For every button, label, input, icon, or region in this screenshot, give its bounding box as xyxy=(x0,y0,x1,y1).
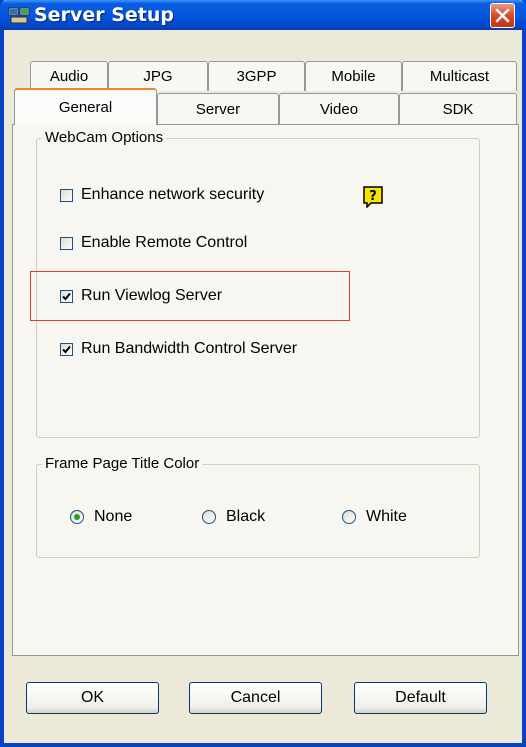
radio-selected-dot xyxy=(74,514,80,520)
tab-multicast[interactable]: Multicast xyxy=(402,61,517,91)
server-setup-dialog: Server Setup Audio JPG 3GPP Mobile Multi… xyxy=(0,0,526,747)
tab-audio[interactable]: Audio xyxy=(30,61,108,91)
tab-jpg[interactable]: JPG xyxy=(108,61,208,91)
black-radio[interactable] xyxy=(202,510,216,524)
enhance-network-security-option[interactable]: Enhance network security xyxy=(60,186,264,204)
none-label: None xyxy=(94,508,133,525)
app-icon xyxy=(8,7,30,24)
none-radio[interactable] xyxy=(70,510,84,524)
ok-button[interactable]: OK xyxy=(26,682,159,714)
enhance-network-security-label: Enhance network security xyxy=(81,186,265,203)
tab-3gpp[interactable]: 3GPP xyxy=(208,61,305,91)
cancel-button[interactable]: Cancel xyxy=(189,682,322,714)
tab-sdk[interactable]: SDK xyxy=(399,93,517,125)
tab-video[interactable]: Video xyxy=(279,93,399,125)
run-bandwidth-control-server-label: Run Bandwidth Control Server xyxy=(81,340,298,357)
highlight-box xyxy=(30,271,350,321)
tab-server[interactable]: Server xyxy=(157,93,279,125)
frame-title-color-legend: Frame Page Title Color xyxy=(42,455,203,472)
svg-text:?: ? xyxy=(369,189,377,204)
radio-option-black[interactable]: Black xyxy=(202,508,265,526)
enhance-network-security-checkbox[interactable] xyxy=(60,188,73,202)
white-label: White xyxy=(366,508,407,525)
radio-option-none[interactable]: None xyxy=(70,508,132,526)
close-icon xyxy=(495,8,510,23)
enable-remote-control-checkbox[interactable] xyxy=(60,236,73,250)
title-bar[interactable]: Server Setup xyxy=(0,0,526,30)
enable-remote-control-option[interactable]: Enable Remote Control xyxy=(60,234,247,252)
run-bandwidth-control-server-option[interactable]: Run Bandwidth Control Server xyxy=(60,340,297,358)
webcam-options-legend: WebCam Options xyxy=(42,129,167,146)
default-button[interactable]: Default xyxy=(354,682,487,714)
black-label: Black xyxy=(226,508,266,525)
question-icon[interactable]: ? xyxy=(362,186,384,208)
radio-option-white[interactable]: White xyxy=(342,508,407,526)
checkmark-icon xyxy=(62,345,71,353)
tab-mobile[interactable]: Mobile xyxy=(305,61,402,91)
window-title: Server Setup xyxy=(34,4,174,26)
white-radio[interactable] xyxy=(342,510,356,524)
close-button[interactable] xyxy=(490,3,515,28)
enable-remote-control-label: Enable Remote Control xyxy=(81,234,248,251)
tab-general[interactable]: General xyxy=(14,88,157,125)
run-bandwidth-control-server-checkbox[interactable] xyxy=(60,342,73,356)
